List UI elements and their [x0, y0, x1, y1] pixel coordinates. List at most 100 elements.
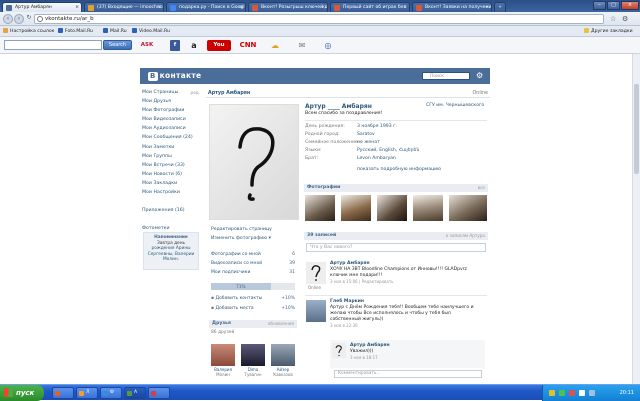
- tab-5[interactable]: Первый сайт об играх без ×: [330, 2, 410, 12]
- reminder-text[interactable]: рождения Арины: [144, 246, 198, 252]
- settings-gear-icon[interactable]: ⚙: [476, 70, 486, 82]
- post-meta[interactable]: 3 ноя в 15:06 | Редактировать: [330, 279, 467, 285]
- wall-header[interactable]: 39 записей к записям Артура: [304, 232, 488, 240]
- profile-status[interactable]: Всем спасибо за поздравления!: [305, 111, 382, 116]
- friend-card[interactable]: Айзер Кавказов: [270, 344, 296, 377]
- chat-icon[interactable]: ✉: [294, 40, 310, 51]
- nav-my-page[interactable]: Мои Страницы ред.: [142, 88, 200, 97]
- photo-thumbnail[interactable]: [305, 195, 335, 221]
- tab-3[interactable]: подарка.ру - Поиск в Googl ×: [166, 2, 246, 12]
- start-button[interactable]: пуск: [0, 385, 44, 401]
- close-tab-icon[interactable]: ×: [75, 3, 79, 12]
- close-tab-icon[interactable]: ×: [157, 3, 161, 12]
- toolbar-search-button[interactable]: Search: [103, 40, 132, 50]
- nav-settings[interactable]: Мои Настройки: [142, 188, 200, 197]
- avatar[interactable]: [209, 104, 299, 220]
- close-tab-icon[interactable]: ×: [403, 3, 407, 12]
- photo-thumbnail[interactable]: [413, 195, 443, 221]
- show-more-info-link[interactable]: показать подробную информацию: [357, 167, 441, 172]
- friend-card[interactable]: Валерия Молин: [210, 344, 236, 377]
- taskbar-button[interactable]: [52, 387, 74, 399]
- taskbar-button[interactable]: Ф: [100, 387, 122, 399]
- cnn-icon[interactable]: CNN: [237, 40, 259, 51]
- nav-audio[interactable]: Мои Аудиозаписи: [142, 124, 200, 133]
- close-tab-icon[interactable]: ×: [321, 3, 325, 12]
- friend-card[interactable]: Dima Тувагин: [240, 344, 266, 377]
- photo-thumbnail[interactable]: [449, 195, 487, 221]
- photo-thumbnail[interactable]: [341, 195, 371, 221]
- photos-with-me-row[interactable]: Фотографии со мной 6: [211, 252, 295, 258]
- friends-updates-link[interactable]: обновления: [268, 320, 294, 328]
- vertical-scrollbar[interactable]: [632, 54, 640, 384]
- taskbar-button[interactable]: Л: [76, 387, 98, 399]
- info-value[interactable]: Levon Ambaryan: [357, 156, 396, 161]
- network-icon[interactable]: [589, 390, 595, 396]
- reminder-text[interactable]: Молин.: [144, 257, 198, 263]
- bookmark-item[interactable]: Mail.Ru: [103, 26, 127, 37]
- facebook-icon[interactable]: f: [170, 40, 180, 51]
- radio-icon[interactable]: ◎: [320, 40, 336, 51]
- toolbar-search-input[interactable]: [4, 40, 102, 50]
- wall-filter-link[interactable]: к записям Артура: [446, 232, 485, 240]
- post-meta[interactable]: 3 ноя в 22:36: [330, 323, 474, 329]
- post-avatar[interactable]: [306, 300, 326, 322]
- subscribers-row[interactable]: Мои подписчики 31: [211, 270, 295, 276]
- profile-school[interactable]: СГУ им. Чернышевского: [426, 103, 484, 108]
- change-photo-link[interactable]: Изменить фотографию ▾: [211, 236, 271, 241]
- vk-search-input[interactable]: Поиск: [422, 72, 470, 80]
- youtube-icon[interactable]: You: [207, 40, 231, 51]
- nav-groups[interactable]: Мои Группы: [142, 152, 200, 161]
- wrench-icon[interactable]: ⚙: [622, 14, 632, 24]
- close-window-button[interactable]: ×: [621, 1, 639, 10]
- star-icon[interactable]: ☆: [610, 14, 620, 24]
- edit-link[interactable]: ред.: [191, 88, 200, 97]
- add-contacts-row[interactable]: ▪ Добавить контакты +10%: [211, 296, 295, 302]
- ask-icon[interactable]: ASK: [140, 40, 154, 51]
- address-bar[interactable]: vkontakte.ru/ar_b: [34, 14, 604, 24]
- nav-news[interactable]: Мои Новости (6): [142, 170, 200, 179]
- taskbar-button[interactable]: [148, 387, 170, 399]
- new-tab-button[interactable]: +: [494, 2, 506, 12]
- forward-button[interactable]: ›: [14, 14, 24, 24]
- photos-header[interactable]: Фотографии все: [304, 184, 488, 192]
- tray-icon[interactable]: [559, 390, 565, 396]
- taskbar-button[interactable]: A: [124, 387, 146, 399]
- nav-notes[interactable]: Мои Заметки: [142, 143, 200, 152]
- scrollbar-thumb[interactable]: [634, 84, 639, 174]
- volume-icon[interactable]: [579, 390, 585, 396]
- other-bookmarks[interactable]: Другие закладки: [584, 26, 633, 37]
- comment-avatar[interactable]: [332, 343, 346, 358]
- vk-logo[interactable]: Вконтакте: [148, 71, 201, 81]
- nav-events[interactable]: Мои Встречи (33): [142, 161, 200, 170]
- info-value[interactable]: не женат: [357, 140, 380, 145]
- nav-photos[interactable]: Мои Фотографии: [142, 106, 200, 115]
- photo-thumbnail[interactable]: [377, 195, 407, 221]
- photos-all-link[interactable]: все: [478, 184, 485, 192]
- tab-4[interactable]: Вконт! Розыгрыш ключей д ×: [248, 2, 328, 12]
- videos-with-me-row[interactable]: Видеозаписи со мной 39: [211, 261, 295, 267]
- nav-messages[interactable]: Мои Сообщения (24): [142, 133, 200, 142]
- bookmark-item[interactable]: Настройка ссылок: [3, 26, 54, 37]
- minimize-button[interactable]: –: [593, 1, 606, 10]
- close-tab-icon[interactable]: ×: [485, 3, 489, 12]
- nav-videos[interactable]: Мои Видеозаписи: [142, 115, 200, 124]
- edit-page-link[interactable]: Редактировать страницу: [211, 227, 272, 232]
- add-places-row[interactable]: ▪ Добавить места +10%: [211, 306, 295, 312]
- friends-header[interactable]: Друзья обновления: [209, 320, 297, 328]
- back-button[interactable]: ‹: [3, 14, 13, 24]
- weather-icon[interactable]: ☁: [266, 40, 284, 51]
- wall-post-input[interactable]: Что у Вас нового?: [306, 243, 486, 252]
- info-value[interactable]: Saratov: [357, 132, 375, 137]
- clock[interactable]: 20:11: [620, 385, 634, 401]
- nav-friends[interactable]: Мои Друзья: [142, 97, 200, 106]
- nav-apps[interactable]: Приложения (16): [142, 206, 200, 215]
- tray-icon[interactable]: [549, 390, 555, 396]
- info-value[interactable]: 3 ноября 1993 г.: [357, 124, 397, 129]
- comment-input[interactable]: Комментировать...: [334, 370, 482, 378]
- friends-count[interactable]: 86 друзей: [211, 330, 234, 335]
- bookmark-item[interactable]: Foto.Mail.Ru: [58, 26, 93, 37]
- close-tab-icon[interactable]: ×: [239, 3, 243, 12]
- maximize-button[interactable]: □: [607, 1, 620, 10]
- tab-2[interactable]: (37) Входящие — imoochno ×: [84, 2, 164, 12]
- info-value[interactable]: Русский, English, Հայերեն: [357, 148, 419, 153]
